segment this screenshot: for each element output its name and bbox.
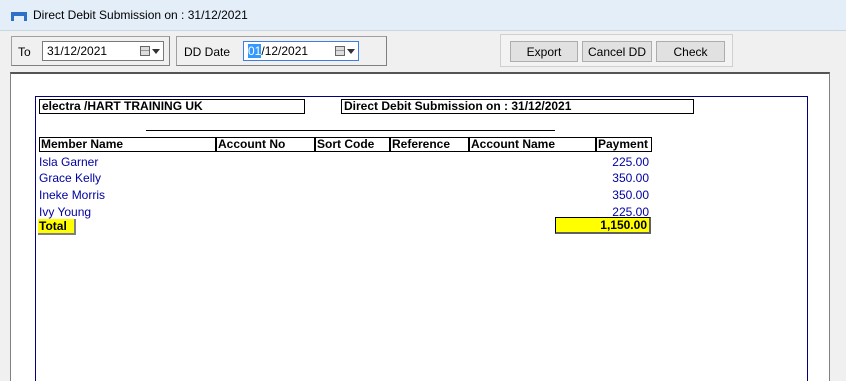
total-value: 1,150.00 bbox=[555, 217, 651, 234]
column-header-member-name: Member Name bbox=[39, 137, 216, 152]
report-company-name: electra /HART TRAINING UK bbox=[39, 99, 305, 114]
dd-date-remainder[interactable]: /12/2021 bbox=[261, 44, 308, 58]
window-title: Direct Debit Submission on : 31/12/2021 bbox=[33, 8, 248, 22]
dd-date-picker[interactable]: 01/12/2021 bbox=[243, 41, 359, 61]
app-table-icon bbox=[9, 8, 29, 22]
column-header-account-no: Account No bbox=[216, 137, 315, 152]
column-header-account-name: Account Name bbox=[469, 137, 596, 152]
to-date-value[interactable]: 31/12/2021 bbox=[47, 44, 137, 58]
to-date-picker[interactable]: 31/12/2021 bbox=[42, 41, 164, 61]
dd-date-label: DD Date bbox=[184, 45, 231, 59]
column-header-payment: Payment bbox=[596, 137, 652, 152]
to-date-group: To 31/12/2021 bbox=[11, 36, 170, 66]
calendar-dropdown-icon[interactable] bbox=[137, 43, 163, 59]
dd-date-value[interactable]: 01/12/2021 bbox=[248, 44, 332, 58]
check-button[interactable]: Check bbox=[656, 41, 725, 62]
dd-date-day-selection[interactable]: 01 bbox=[248, 44, 262, 58]
row-payment: 225.00 bbox=[612, 155, 649, 169]
report-viewer[interactable]: electra /HART TRAINING UK Direct Debit S… bbox=[10, 72, 830, 381]
to-label: To bbox=[18, 45, 31, 59]
row-payment: 350.00 bbox=[612, 188, 649, 202]
header-divider bbox=[146, 130, 555, 131]
calendar-dropdown-icon[interactable] bbox=[332, 43, 358, 59]
dd-date-group: DD Date 01/12/2021 bbox=[176, 36, 387, 66]
row-member-name: Ivy Young bbox=[39, 205, 92, 219]
filter-toolbar: To 31/12/2021 DD Date 01/12/2021 Export … bbox=[0, 32, 846, 72]
column-header-sort-code: Sort Code bbox=[315, 137, 390, 152]
direct-debit-window: Direct Debit Submission on : 31/12/2021 … bbox=[0, 0, 846, 381]
export-button[interactable]: Export bbox=[510, 41, 578, 62]
row-member-name: Grace Kelly bbox=[39, 171, 102, 185]
report-title: Direct Debit Submission on : 31/12/2021 bbox=[341, 99, 694, 114]
total-label: Total bbox=[38, 219, 76, 235]
row-member-name: Ineke Morris bbox=[39, 188, 106, 202]
row-payment: 350.00 bbox=[612, 171, 649, 185]
right-window-edge bbox=[830, 72, 846, 381]
column-header-reference: Reference bbox=[390, 137, 469, 152]
cancel-dd-button[interactable]: Cancel DD bbox=[582, 41, 652, 62]
row-member-name: Isla Garner bbox=[39, 155, 99, 169]
title-bar: Direct Debit Submission on : 31/12/2021 bbox=[0, 0, 846, 31]
action-button-group: Export Cancel DD Check bbox=[500, 34, 733, 67]
report-page: electra /HART TRAINING UK Direct Debit S… bbox=[35, 96, 808, 381]
